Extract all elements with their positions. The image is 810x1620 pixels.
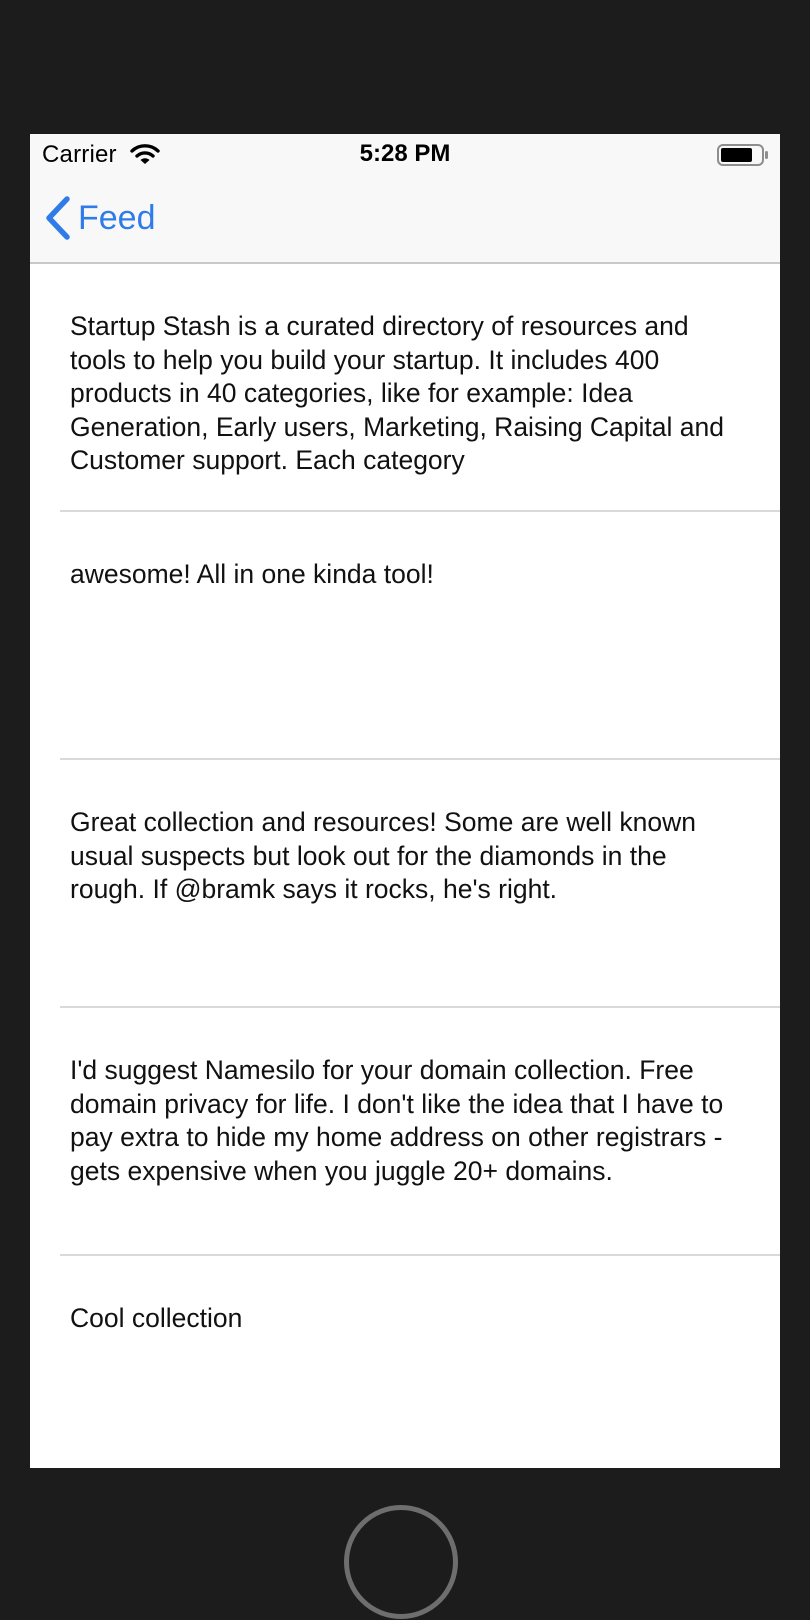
home-button-icon[interactable] [344,1505,458,1619]
navigation-bar: Feed [30,174,780,264]
chevron-left-icon [46,196,70,240]
list-item[interactable]: awesome! All in one kinda tool! [30,512,780,760]
list-item[interactable]: Cool collection [30,1256,780,1468]
comment-text: Startup Stash is a curated directory of … [70,311,724,475]
list-item[interactable]: Startup Stash is a curated directory of … [30,264,780,512]
comment-text: Great collection and resources! Some are… [70,807,696,904]
status-bar: Carrier 5:28 PM [30,134,780,174]
list-item[interactable]: I'd suggest Namesilo for your domain col… [30,1008,780,1256]
back-button-label: Feed [78,198,156,237]
status-time: 5:28 PM [359,140,451,167]
app-screen: Carrier 5:28 PM Feed Startup Stash is a … [30,134,780,1468]
comments-list[interactable]: Startup Stash is a curated directory of … [30,264,780,1468]
back-button[interactable]: Feed [44,194,156,242]
comment-text: Cool collection [70,1303,243,1333]
battery-icon [717,144,768,166]
comment-text: awesome! All in one kinda tool! [70,559,434,589]
device-frame: Carrier 5:28 PM Feed Startup Stash is a … [0,0,810,1620]
list-item[interactable]: Great collection and resources! Some are… [30,760,780,1008]
comment-text: I'd suggest Namesilo for your domain col… [70,1055,724,1186]
